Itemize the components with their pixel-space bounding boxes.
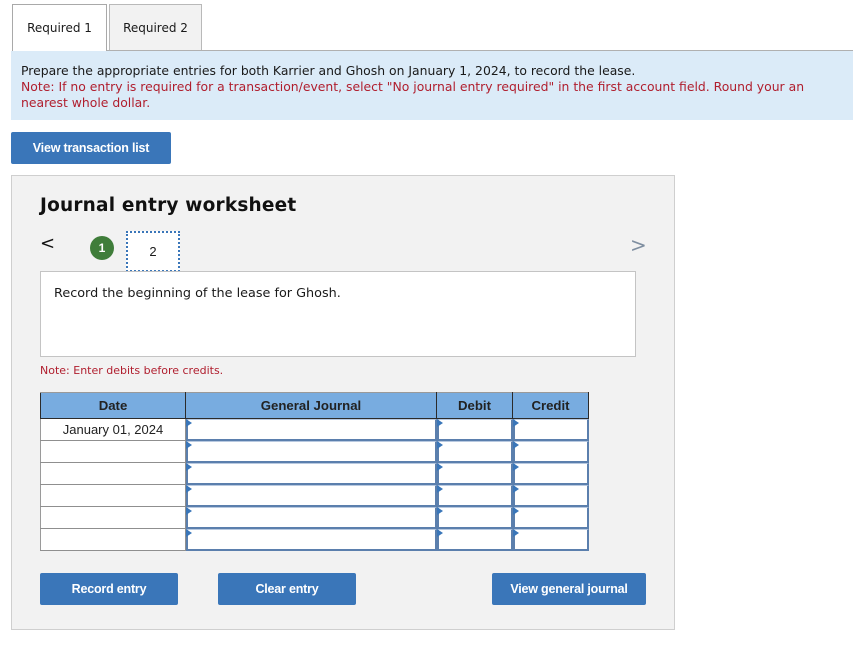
account-input[interactable] <box>186 462 437 485</box>
credit-cell <box>512 418 589 441</box>
debit-input[interactable] <box>436 440 513 463</box>
step-2-current[interactable]: 2 <box>126 231 180 272</box>
debit-input[interactable] <box>436 419 513 441</box>
date-cell <box>40 440 186 463</box>
view-transaction-list-button[interactable]: View transaction list <box>11 132 171 164</box>
credit-input[interactable] <box>512 506 589 529</box>
instructions-text: Prepare the appropriate entries for both… <box>21 63 636 78</box>
dropdown-marker-icon <box>186 528 192 537</box>
account-cell <box>185 462 437 485</box>
journal-table: Date General Journal Debit Credit Januar… <box>40 392 589 551</box>
account-input[interactable] <box>186 484 437 507</box>
account-input[interactable] <box>186 506 437 529</box>
dropdown-marker-icon <box>436 506 443 515</box>
dropdown-marker-icon <box>512 419 519 427</box>
dropdown-marker-icon <box>436 462 443 471</box>
credit-input[interactable] <box>512 462 589 485</box>
debit-input[interactable] <box>436 462 513 485</box>
journal-row <box>40 462 589 485</box>
journal-row <box>40 528 589 551</box>
journal-row <box>40 506 589 529</box>
account-cell <box>185 440 437 463</box>
account-cell <box>185 484 437 507</box>
debit-cell <box>436 528 513 551</box>
worksheet-title: Journal entry worksheet <box>40 195 297 216</box>
account-input[interactable] <box>186 419 437 441</box>
dropdown-marker-icon <box>512 506 519 515</box>
header-date: Date <box>40 392 186 419</box>
tab-required-2[interactable]: Required 2 <box>109 4 202 50</box>
credit-cell <box>512 440 589 463</box>
header-general-journal: General Journal <box>185 392 437 419</box>
dropdown-marker-icon <box>186 419 192 427</box>
dropdown-marker-icon <box>436 440 443 449</box>
credit-cell <box>512 484 589 507</box>
date-cell <box>40 528 186 551</box>
tab-required-1[interactable]: Required 1 <box>12 4 107 51</box>
journal-row <box>40 484 589 507</box>
dropdown-marker-icon <box>436 484 443 493</box>
credit-input[interactable] <box>512 528 589 551</box>
transaction-description: Record the beginning of the lease for Gh… <box>40 271 636 357</box>
tab-bar: Required 1 Required 2 <box>12 4 202 51</box>
header-credit: Credit <box>512 392 589 419</box>
dropdown-marker-icon <box>186 484 192 493</box>
credit-input[interactable] <box>512 419 589 441</box>
dropdown-marker-icon <box>512 484 519 493</box>
instructions-panel: Prepare the appropriate entries for both… <box>11 51 853 120</box>
journal-row: January 01, 2024 <box>40 418 589 441</box>
dropdown-marker-icon <box>436 419 443 427</box>
debit-input[interactable] <box>436 528 513 551</box>
dropdown-marker-icon <box>512 440 519 449</box>
journal-table-header: Date General Journal Debit Credit <box>40 392 589 419</box>
debit-input[interactable] <box>436 484 513 507</box>
credit-input[interactable] <box>512 484 589 507</box>
date-cell <box>40 484 186 507</box>
debit-cell <box>436 418 513 441</box>
transaction-description-text: Record the beginning of the lease for Gh… <box>54 286 341 301</box>
date-cell <box>40 462 186 485</box>
debit-cell <box>436 440 513 463</box>
account-cell <box>185 506 437 529</box>
dropdown-marker-icon <box>512 528 519 537</box>
debits-note: Note: Enter debits before credits. <box>40 364 224 377</box>
credit-cell <box>512 462 589 485</box>
dropdown-marker-icon <box>436 528 443 537</box>
debit-input[interactable] <box>436 506 513 529</box>
dropdown-marker-icon <box>186 440 192 449</box>
debit-cell <box>436 484 513 507</box>
date-cell: January 01, 2024 <box>40 418 186 441</box>
journal-row <box>40 440 589 463</box>
dropdown-marker-icon <box>512 462 519 471</box>
debit-cell <box>436 506 513 529</box>
clear-entry-button[interactable]: Clear entry <box>218 573 356 605</box>
view-general-journal-button[interactable]: View general journal <box>492 573 646 605</box>
debit-cell <box>436 462 513 485</box>
instructions-note: Note: If no entry is required for a tran… <box>21 79 805 94</box>
header-debit: Debit <box>436 392 513 419</box>
account-input[interactable] <box>186 528 437 551</box>
instructions-note-continued: nearest whole dollar. <box>21 95 151 110</box>
dropdown-marker-icon <box>186 462 192 471</box>
account-input[interactable] <box>186 440 437 463</box>
account-cell <box>185 418 437 441</box>
credit-input[interactable] <box>512 440 589 463</box>
account-cell <box>185 528 437 551</box>
date-cell <box>40 506 186 529</box>
record-entry-button[interactable]: Record entry <box>40 573 178 605</box>
dropdown-marker-icon <box>186 506 192 515</box>
chevron-right-icon[interactable]: > <box>630 233 647 257</box>
credit-cell <box>512 506 589 529</box>
chevron-left-icon[interactable]: < <box>40 233 55 254</box>
journal-entry-worksheet: Journal entry worksheet < 1 2 > Record t… <box>11 175 675 630</box>
credit-cell <box>512 528 589 551</box>
step-1-completed[interactable]: 1 <box>90 236 114 260</box>
